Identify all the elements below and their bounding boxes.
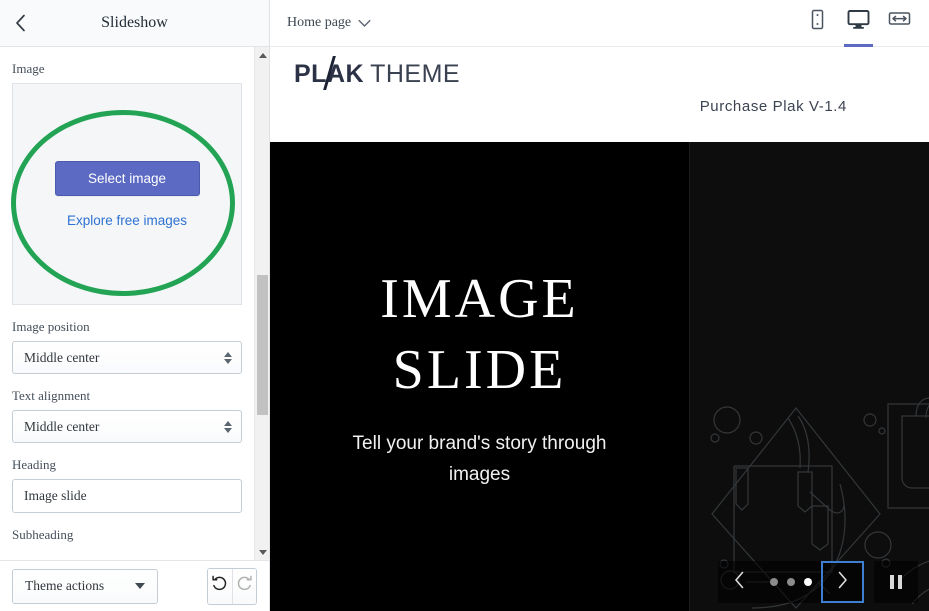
chevron-left-icon (15, 14, 26, 32)
back-button[interactable] (0, 0, 40, 46)
slide-subheading: Tell your brand's story through images (352, 433, 607, 485)
page-selector[interactable]: Home page (287, 15, 371, 31)
slideshow-next-button[interactable] (821, 561, 864, 603)
image-position-select[interactable]: Middle center (12, 341, 242, 374)
slideshow-pause-button[interactable] (874, 561, 918, 603)
slide-lineart-artwork (689, 142, 929, 611)
logo-letter-a: A (323, 56, 346, 90)
page-selector-label: Home page (287, 15, 352, 30)
slideshow-prev-button[interactable] (718, 561, 761, 603)
chevron-right-icon (837, 571, 848, 594)
scroll-up-arrow[interactable] (255, 47, 269, 63)
text-alignment-value: Middle center (24, 418, 100, 434)
scroll-down-arrow[interactable] (255, 544, 269, 560)
preview-stage: PL A K THEME Purchase Plak V-1.4 IMAGE S… (270, 47, 929, 611)
scrollbar-thumb[interactable] (257, 275, 268, 415)
image-position-value: Middle center (24, 349, 100, 365)
text-alignment-select[interactable]: Middle center (12, 410, 242, 443)
sidebar-scroll-area: Image Select image Explore free images I… (0, 47, 269, 560)
slide-heading-line2: SLIDE (392, 338, 567, 401)
preview-toolbar: Home page (270, 0, 929, 47)
slideshow-controls (718, 561, 918, 603)
settings-form: Image Select image Explore free images I… (0, 47, 254, 543)
slideshow-section: IMAGE SLIDE Tell your brand's story thro… (270, 142, 929, 611)
explore-free-images-link[interactable]: Explore free images (67, 213, 187, 228)
image-field-label: Image (12, 61, 45, 76)
logo-text-part3: K (345, 60, 365, 88)
theme-actions-button[interactable]: Theme actions (12, 568, 158, 604)
site-header: PL A K THEME Purchase Plak V-1.4 (270, 47, 929, 142)
heading-input[interactable]: Image slide (12, 479, 242, 513)
device-toggle-mobile[interactable] (802, 3, 833, 43)
slideshow-dot-3[interactable] (804, 578, 812, 586)
select-image-button[interactable]: Select image (54, 160, 200, 196)
purchase-link[interactable]: Purchase Plak V-1.4 (700, 98, 847, 115)
pause-icon (890, 575, 902, 589)
chevron-down-icon (135, 583, 145, 589)
desktop-icon (847, 9, 870, 35)
slideshow-dots (761, 578, 821, 586)
logo-text-part4: THEME (370, 60, 461, 88)
slideshow-nav-cluster (718, 561, 864, 603)
chevron-left-icon (734, 571, 745, 594)
theme-actions-label: Theme actions (25, 578, 105, 593)
sidebar-title: Slideshow (101, 14, 168, 31)
mobile-icon (809, 9, 826, 35)
heading-input-value: Image slide (24, 488, 87, 503)
redo-button[interactable] (231, 568, 256, 604)
device-preview-toggle-group (802, 3, 915, 47)
undo-redo-group (207, 567, 257, 605)
slide-image-slide: IMAGE SLIDE Tell your brand's story thro… (270, 142, 689, 611)
image-position-label: Image position (12, 319, 90, 334)
fullwidth-icon (888, 9, 911, 33)
text-alignment-label: Text alignment (12, 388, 91, 403)
bag-lineart-illustration (710, 397, 929, 609)
slide-heading: IMAGE SLIDE (380, 264, 579, 405)
undo-button[interactable] (208, 568, 232, 604)
chevron-updown-icon (224, 420, 232, 433)
undo-arrow-icon (210, 574, 229, 598)
slideshow-dot-1[interactable] (770, 578, 778, 586)
device-toggle-desktop[interactable] (843, 3, 874, 47)
subheading-label: Subheading (12, 527, 74, 542)
chevron-updown-icon (224, 351, 232, 364)
logo-text-part1: PL (294, 60, 327, 88)
settings-sidebar: Slideshow Image Select image Explore fre… (0, 0, 270, 611)
slideshow-dot-2[interactable] (787, 578, 795, 586)
annotation-highlight-ellipse (11, 110, 235, 296)
chevron-down-icon (358, 19, 371, 28)
slide-heading-line1: IMAGE (380, 268, 579, 331)
redo-arrow-icon (235, 574, 254, 598)
sidebar-scrollbar[interactable] (254, 47, 269, 560)
theme-customizer-window: Slideshow Image Select image Explore fre… (0, 0, 929, 611)
theme-preview-panel: Home page PL A K THEME Purchase Plak V-1… (270, 0, 929, 611)
device-toggle-fullwidth[interactable] (884, 3, 915, 43)
sidebar-header: Slideshow (0, 0, 269, 47)
sidebar-footer: Theme actions (0, 560, 269, 611)
site-logo[interactable]: PL A K THEME (294, 56, 461, 90)
heading-label: Heading (12, 457, 57, 472)
image-picker[interactable]: Select image Explore free images (11, 83, 242, 305)
